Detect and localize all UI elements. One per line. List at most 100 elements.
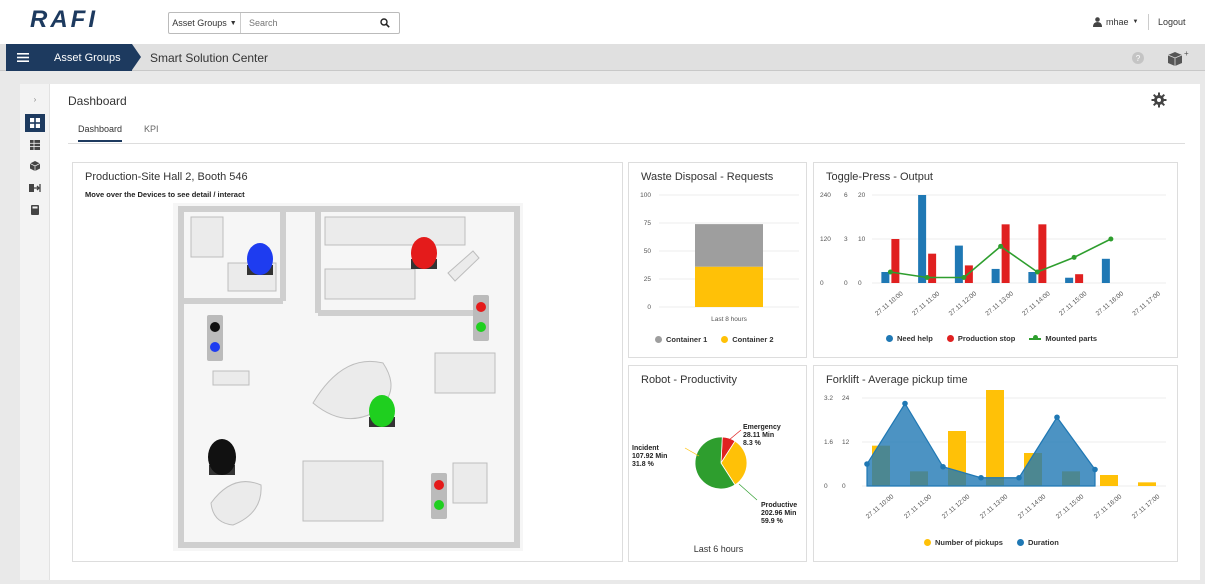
menu-button[interactable] [6,44,40,71]
area-point [1016,474,1022,481]
legend-dot [946,335,954,342]
beacon-black[interactable] [208,439,236,475]
signal-tower[interactable] [431,473,447,519]
signal-tower[interactable] [207,315,223,361]
bar [891,239,900,283]
dashboard-icon [30,118,40,128]
x-tick-label: 27.11 11:00 [911,290,941,317]
sidebar-item-calculator[interactable] [25,201,45,219]
card-title: Forklift - Average pickup time [826,374,968,386]
productive-label: Productive [761,502,797,509]
legend-item[interactable]: Number of pickups [924,538,1003,547]
tab-dashboard[interactable]: Dashboard [78,124,123,142]
sidebar-item-table[interactable] [25,136,45,154]
search-input[interactable] [241,13,371,33]
beacon-green[interactable] [369,395,395,427]
add-asset-icon[interactable]: + [1165,49,1191,67]
sidebar-item-assets[interactable] [25,157,45,175]
waste-card: Waste Disposal - Requests 0 25 50 75 100 Last… [628,162,807,358]
x-tick-label: 27.11 17:00 [1131,493,1162,520]
productive-minutes: 202.96 Min [761,510,796,517]
bar-segment [695,266,763,307]
sidebar-item-import[interactable] [25,179,45,197]
toggle-card: Toggle-Press - Output 0 0 0 120 3 10 240 6 20 27.… [813,162,1178,358]
x-tick-label: 27.11 12:00 [948,290,979,317]
bar [1100,475,1118,486]
bar [1138,482,1156,486]
legend-label: Container 2 [732,335,774,344]
bar [1038,224,1047,283]
nav-bar: Asset Groups Smart Solution Center ? + [0,44,1205,71]
y-tick-label: 3.2 [824,395,833,402]
help-icon[interactable]: ? [1132,52,1144,64]
logo-text: RAFI [30,8,98,30]
y-tick-label: 240 [820,192,831,199]
breadcrumb-asset-groups[interactable]: Asset Groups [40,44,132,71]
legend-item[interactable]: Container 1 [655,335,707,344]
area-point [902,400,908,407]
toggle-chart: 0 0 0 120 3 10 240 6 20 27.11 10:00 27.11 11:00 27.… [820,192,1166,317]
beacon-blue[interactable] [247,243,273,275]
legend-label: Duration [1027,538,1059,547]
legend-label: Need help [897,334,933,343]
asset-group-select[interactable]: Asset Groups ▼ [169,13,241,33]
legend-dot [721,336,729,343]
caret-down-icon: ▼ [229,19,237,27]
legend-item[interactable]: Production stop [946,334,1015,343]
y-tick-label: 10 [858,236,866,243]
line-point [998,243,1004,249]
x-tick-label: 27.11 15:00 [1055,493,1086,520]
signal-light-red[interactable] [434,480,444,490]
y-tick-label: 1.6 [824,439,833,446]
line-point [887,269,893,275]
productive-percent: 59.9 % [761,518,784,525]
emergency-label: Emergency [743,424,781,431]
x-tick-label: 27.11 13:00 [984,290,1015,317]
robot-footer: Last 6 hours [693,544,744,554]
forklift-legend: Number of pickups Duration [924,538,1059,547]
dashboard-panel: › Dashboard Dashboard KPI Production-Sit… [20,84,1200,580]
beacon-red[interactable] [411,237,437,269]
legend-item[interactable]: Mounted parts [1029,334,1097,343]
tab-kpi[interactable]: KPI [144,124,159,134]
forklift-card: Forklift - Average pickup time 0 0 1.6 12 3.… [813,365,1178,562]
y-tick-label: 0 [842,483,846,490]
search-button[interactable] [371,13,399,33]
svg-text:+: + [1184,49,1189,58]
leader-line [728,429,742,441]
x-tick-label: 27.11 16:00 [1093,493,1124,520]
signal-tower[interactable] [473,295,489,341]
signal-light-red[interactable] [476,302,486,312]
logout-link[interactable]: Logout [1158,17,1186,27]
bar [918,195,927,283]
expand-sidebar-button[interactable]: › [25,90,45,108]
rafi-logo[interactable]: RAFI [30,8,142,30]
signal-light-green[interactable] [434,500,444,510]
legend-label: Container 1 [666,335,708,344]
area-point [1092,466,1098,473]
y-tick-label: 12 [842,439,850,446]
y-tick-label: 6 [844,192,848,199]
line-point [1071,254,1077,260]
legend-item[interactable]: Duration [1016,538,1059,547]
legend-dot [655,336,662,343]
card-title: Toggle-Press - Output [826,171,933,183]
user-icon [1093,17,1102,27]
legend-label: Number of pickups [935,538,1003,547]
cube-icon [30,161,40,171]
bar [1001,224,1010,283]
signal-light-green[interactable] [476,322,486,332]
legend-item[interactable]: Need help [886,334,933,343]
bar [1101,258,1110,283]
page-tabs: Dashboard KPI [68,116,1185,144]
signal-light-black[interactable] [210,322,220,332]
floorplan-card: Production-Site Hall 2, Booth 546 Move o… [72,162,623,562]
toggle-legend: Need help Production stop Mounted parts [886,334,1097,343]
y-tick-label: 0 [647,304,651,311]
table-icon [30,140,40,150]
gear-icon[interactable] [1151,92,1167,108]
user-menu[interactable]: mhae ▼ [1093,17,1138,27]
legend-item[interactable]: Container 2 [721,335,774,344]
signal-light-blue[interactable] [210,342,220,352]
sidebar-item-dashboard[interactable] [25,114,45,132]
